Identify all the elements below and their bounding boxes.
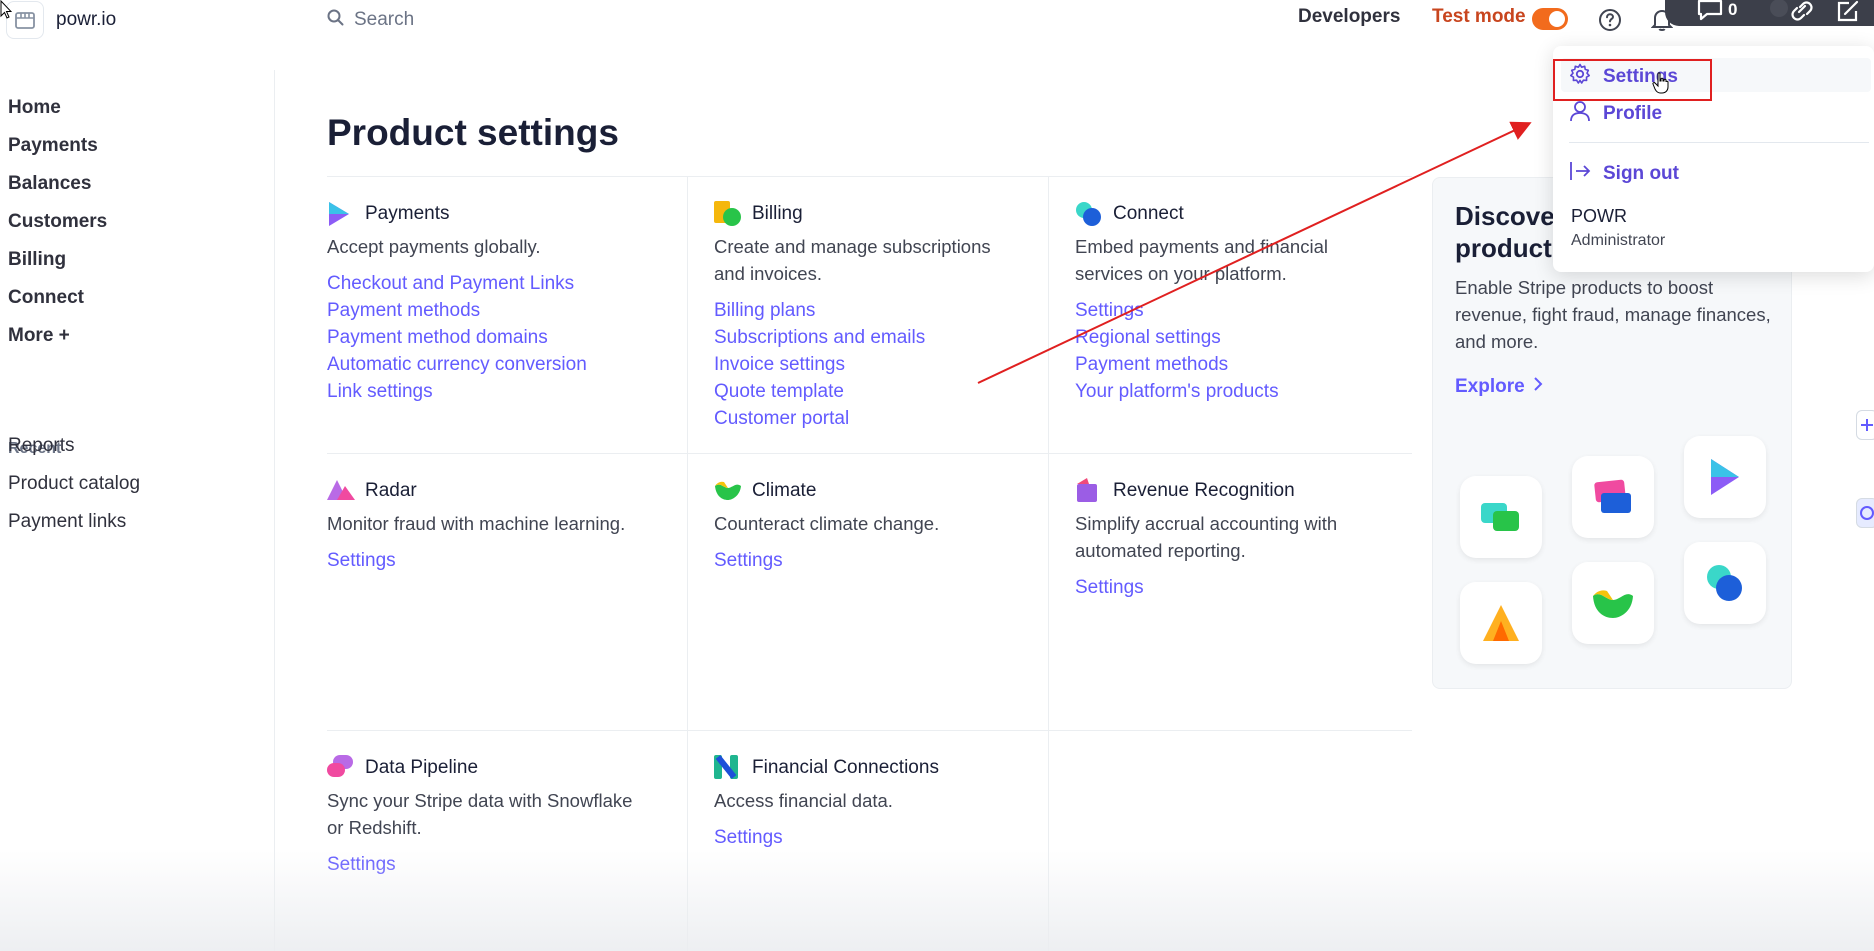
- hand-cursor-icon: [1652, 72, 1670, 99]
- annotation-arrow: [977, 121, 1532, 384]
